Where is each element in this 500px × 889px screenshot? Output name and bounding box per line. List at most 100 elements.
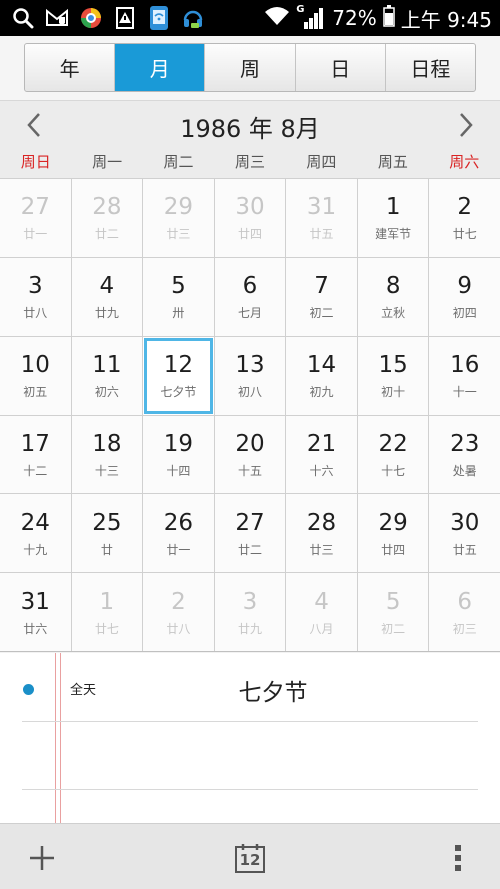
- tab-week[interactable]: 周: [205, 44, 296, 91]
- calendar-day-cell[interactable]: 15 初十: [357, 336, 429, 415]
- day-number: 15: [378, 352, 408, 379]
- lunar-date-label: 十一: [452, 385, 477, 400]
- divider: [22, 721, 478, 722]
- day-number: 29: [378, 509, 408, 536]
- tab-month[interactable]: 月: [115, 44, 206, 91]
- calendar-day-cell[interactable]: 4 八月: [286, 573, 357, 651]
- more-options-button[interactable]: [436, 836, 480, 880]
- status-time: 上午 9:45: [400, 7, 492, 32]
- day-number: 24: [20, 509, 50, 536]
- calendar-day-cell[interactable]: 26 廿一: [143, 494, 214, 573]
- calendar-day-cell[interactable]: 5卅: [143, 257, 214, 336]
- day-number: 20: [235, 430, 265, 457]
- calendar-day-cell[interactable]: 16 十一: [429, 336, 500, 415]
- lunar-date-label: 十三: [94, 463, 119, 478]
- calendar-day-cell[interactable]: 17 十二: [0, 415, 71, 494]
- lunar-date-label: 十六: [309, 463, 334, 478]
- lunar-date-label: 廿: [100, 542, 113, 557]
- calendar-day-cell[interactable]: 28 廿三: [286, 494, 357, 573]
- calendar-day-cell[interactable]: 29 廿四: [357, 494, 429, 573]
- lunar-date-label: 廿七: [94, 621, 119, 636]
- day-number: 1: [385, 194, 401, 221]
- tab-agenda[interactable]: 日程: [386, 44, 475, 91]
- go-to-today-button[interactable]: 12: [228, 836, 272, 880]
- lunar-date-label: 廿九: [94, 306, 119, 321]
- day-number: 13: [235, 352, 265, 379]
- calendar-day-cell[interactable]: 28 廿二: [71, 179, 143, 257]
- calendar-day-cell[interactable]: 3 廿九: [214, 573, 286, 651]
- calendar-day-cell[interactable]: 27 廿二: [214, 494, 286, 573]
- day-number: 26: [163, 509, 194, 536]
- lunar-date-label: 十二: [23, 463, 48, 478]
- calendar-day-cell[interactable]: 2 廿七: [429, 179, 500, 257]
- calendar-day-cell[interactable]: 8 立秋: [357, 257, 429, 336]
- calendar-day-cell[interactable]: 12 七夕节: [143, 336, 214, 415]
- calendar-day-cell[interactable]: 1 廿七: [71, 573, 143, 651]
- event-list: 全天 七夕节: [0, 653, 500, 823]
- calendar-day-cell[interactable]: 19 十四: [143, 415, 214, 494]
- lunar-date-label: 廿四: [381, 542, 406, 557]
- event-item[interactable]: 全天 七夕节: [0, 653, 500, 721]
- calendar-day-cell[interactable]: 4 廿九: [71, 257, 143, 336]
- lunar-date-label: 建军节: [375, 227, 412, 242]
- battery-percent: 72%: [332, 6, 377, 30]
- calendar-day-cell[interactable]: 31 廿六: [0, 573, 71, 651]
- calendar-day-cell[interactable]: 6 七月: [214, 257, 286, 336]
- add-event-button[interactable]: [20, 836, 64, 880]
- mail-shield-icon: [44, 5, 70, 31]
- calendar-day-cell[interactable]: 21 十六: [286, 415, 357, 494]
- day-number: 7: [314, 273, 329, 300]
- calendar-day-cell[interactable]: 1 建军节: [357, 179, 429, 257]
- calendar-day-cell[interactable]: 27 廿一: [0, 179, 71, 257]
- weekday-label: 周三: [234, 153, 265, 171]
- weekday-label: 周一: [92, 153, 123, 171]
- tab-year[interactable]: 年: [25, 44, 116, 91]
- search-icon: [10, 5, 36, 31]
- calendar-day-cell[interactable]: 20 十五: [214, 415, 286, 494]
- next-month-button[interactable]: [448, 107, 484, 143]
- lunar-date-label: 廿一: [23, 227, 48, 242]
- calendar-day-cell[interactable]: 13 初八: [214, 336, 286, 415]
- day-number: 9: [457, 273, 473, 300]
- calendar-day-cell[interactable]: 22 十七: [357, 415, 429, 494]
- calendar-day-cell[interactable]: 18 十三: [71, 415, 143, 494]
- lunar-date-label: 十四: [166, 463, 191, 478]
- day-number: 10: [20, 352, 50, 379]
- calendar-day-cell[interactable]: 11 初六: [71, 336, 143, 415]
- weekday-label: 周六: [449, 153, 480, 171]
- lunar-date-label: 廿五: [309, 227, 334, 242]
- calendar-day-cell[interactable]: 5 初二: [357, 573, 429, 651]
- warning-doc-icon: [112, 5, 138, 31]
- calendar-day-cell[interactable]: 6 初三: [429, 573, 500, 651]
- day-number: 6: [457, 588, 473, 615]
- day-number: 2: [457, 194, 473, 221]
- weekday-label: 周五: [377, 153, 408, 171]
- calendar-day-cell[interactable]: 25 廿: [71, 494, 143, 573]
- day-number: 1: [99, 588, 115, 615]
- lunar-date-label: 八月: [309, 621, 334, 636]
- calendar-day-cell[interactable]: 9 初四: [429, 257, 500, 336]
- day-number: 30: [450, 509, 480, 536]
- calendar-day-cell[interactable]: 2 廿八: [143, 573, 214, 651]
- day-number: 16: [450, 352, 480, 379]
- calendar-day-cell[interactable]: 3 廿八: [0, 257, 71, 336]
- headset-icon: [180, 5, 206, 31]
- lunar-date-label: 十五: [237, 463, 262, 478]
- calendar-day-cell[interactable]: 29 廿三: [143, 179, 214, 257]
- lunar-date-label: 十七: [381, 463, 406, 478]
- month-title: 1986 年 8月: [180, 115, 320, 143]
- calendar-day-cell[interactable]: 24 十九: [0, 494, 71, 573]
- calendar-day-cell[interactable]: 30 廿五: [429, 494, 500, 573]
- calendar-day-cell[interactable]: 31 廿五: [286, 179, 357, 257]
- calendar-day-cell[interactable]: 23 处暑: [429, 415, 500, 494]
- calendar-day-cell[interactable]: 14 初九: [286, 336, 357, 415]
- lunar-date-label: 七夕节: [160, 385, 197, 400]
- calendar-day-cell[interactable]: 30 廿四: [214, 179, 286, 257]
- lunar-date-label: 初八: [237, 385, 262, 400]
- lunar-date-label: 初四: [452, 306, 477, 321]
- view-switcher-bar: 年月周日日程: [0, 36, 500, 100]
- calendar-day-cell[interactable]: 7 初二: [286, 257, 357, 336]
- lunar-date-label: 廿八: [166, 621, 191, 636]
- calendar-day-cell[interactable]: 10 初五: [0, 336, 71, 415]
- tab-day[interactable]: 日: [296, 44, 386, 91]
